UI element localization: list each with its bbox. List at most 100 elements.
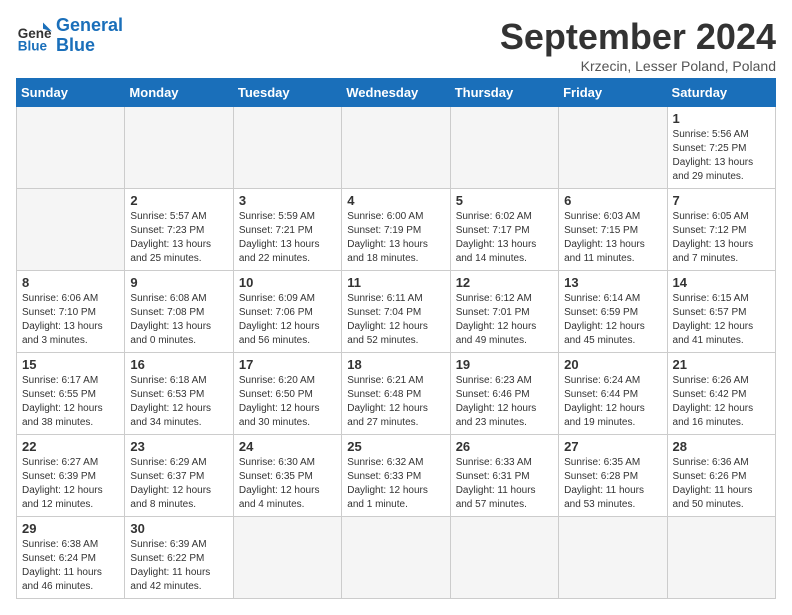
day-info: Sunrise: 5:59 AM Sunset: 7:21 PM Dayligh… — [239, 210, 336, 266]
calendar-cell: 20 Sunrise: 6:24 AM Sunset: 6:44 PM Dayli… — [559, 353, 667, 435]
day-info: Sunrise: 6:20 AM Sunset: 6:50 PM Dayligh… — [239, 374, 336, 430]
day-number: 26 — [456, 439, 553, 454]
calendar-cell: 28 Sunrise: 6:36 AM Sunset: 6:26 PM Dayli… — [667, 435, 775, 517]
day-info: Sunrise: 6:05 AM Sunset: 7:12 PM Dayligh… — [673, 210, 770, 266]
logo-icon: General Blue — [16, 18, 52, 54]
calendar-cell — [559, 517, 667, 599]
day-number: 22 — [22, 439, 119, 454]
calendar-cell: 3 Sunrise: 5:59 AM Sunset: 7:21 PM Daylig… — [233, 189, 341, 271]
day-info: Sunrise: 6:02 AM Sunset: 7:17 PM Dayligh… — [456, 210, 553, 266]
calendar-title: September 2024 — [500, 16, 776, 58]
calendar-week-5: 29 Sunrise: 6:38 AM Sunset: 6:24 PM Dayli… — [17, 517, 776, 599]
calendar-cell: 18 Sunrise: 6:21 AM Sunset: 6:48 PM Dayli… — [342, 353, 450, 435]
logo-general: General — [56, 15, 123, 35]
calendar-cell: 13Sunrise: 6:14 AM Sunset: 6:59 PM Dayli… — [559, 271, 667, 353]
day-number: 24 — [239, 439, 336, 454]
day-info: Sunrise: 6:12 AM Sunset: 7:01 PM Dayligh… — [456, 292, 553, 348]
day-number: 17 — [239, 357, 336, 372]
day-number: 30 — [130, 521, 227, 536]
calendar-cell: 10 Sunrise: 6:09 AM Sunset: 7:06 PM Dayli… — [233, 271, 341, 353]
day-info: Sunrise: 6:21 AM Sunset: 6:48 PM Dayligh… — [347, 374, 444, 430]
day-info: Sunrise: 6:26 AM Sunset: 6:42 PM Dayligh… — [673, 374, 770, 430]
calendar-cell — [667, 517, 775, 599]
day-info: Sunrise: 5:56 AM Sunset: 7:25 PM Dayligh… — [673, 128, 770, 184]
calendar-cell — [125, 107, 233, 189]
day-info: Sunrise: 6:23 AM Sunset: 6:46 PM Dayligh… — [456, 374, 553, 430]
calendar-cell — [559, 107, 667, 189]
calendar-week-2: 8Sunrise: 6:06 AM Sunset: 7:10 PM Daylig… — [17, 271, 776, 353]
day-number: 18 — [347, 357, 444, 372]
day-number: 20 — [564, 357, 661, 372]
day-info: Sunrise: 6:32 AM Sunset: 6:33 PM Dayligh… — [347, 456, 444, 512]
calendar-cell: 12Sunrise: 6:12 AM Sunset: 7:01 PM Dayli… — [450, 271, 558, 353]
calendar-cell: 5 Sunrise: 6:02 AM Sunset: 7:17 PM Daylig… — [450, 189, 558, 271]
day-number: 29 — [22, 521, 119, 536]
day-info: Sunrise: 6:14 AM Sunset: 6:59 PM Dayligh… — [564, 292, 661, 348]
logo: General Blue General Blue — [16, 16, 123, 56]
day-info: Sunrise: 6:00 AM Sunset: 7:19 PM Dayligh… — [347, 210, 444, 266]
day-info: Sunrise: 6:36 AM Sunset: 6:26 PM Dayligh… — [673, 456, 770, 512]
column-header-wednesday: Wednesday — [342, 79, 450, 107]
calendar-cell: 11 Sunrise: 6:11 AM Sunset: 7:04 PM Dayli… — [342, 271, 450, 353]
day-number: 28 — [673, 439, 770, 454]
day-number: 7 — [673, 193, 770, 208]
day-number: 2 — [130, 193, 227, 208]
day-number: 16 — [130, 357, 227, 372]
calendar-subtitle: Krzecin, Lesser Poland, Poland — [500, 58, 776, 74]
day-number: 11 — [347, 275, 444, 290]
day-number: 15 — [22, 357, 119, 372]
day-info: Sunrise: 6:15 AM Sunset: 6:57 PM Dayligh… — [673, 292, 770, 348]
calendar-cell — [450, 517, 558, 599]
calendar-cell: 16Sunrise: 6:18 AM Sunset: 6:53 PM Dayli… — [125, 353, 233, 435]
calendar-cell: 14Sunrise: 6:15 AM Sunset: 6:57 PM Dayli… — [667, 271, 775, 353]
column-header-sunday: Sunday — [17, 79, 125, 107]
page-header: General Blue General Blue September 2024… — [16, 16, 776, 74]
calendar-cell — [342, 517, 450, 599]
day-info: Sunrise: 5:57 AM Sunset: 7:23 PM Dayligh… — [130, 210, 227, 266]
column-header-thursday: Thursday — [450, 79, 558, 107]
calendar-week-3: 15Sunrise: 6:17 AM Sunset: 6:55 PM Dayli… — [17, 353, 776, 435]
calendar-cell: 4Sunrise: 6:00 AM Sunset: 7:19 PM Daylig… — [342, 189, 450, 271]
day-number: 19 — [456, 357, 553, 372]
calendar-cell — [17, 189, 125, 271]
calendar-week-1: 2 Sunrise: 5:57 AM Sunset: 7:23 PM Daylig… — [17, 189, 776, 271]
calendar-cell: 21 Sunrise: 6:26 AM Sunset: 6:42 PM Dayli… — [667, 353, 775, 435]
day-number: 3 — [239, 193, 336, 208]
logo-blue: Blue — [56, 35, 95, 55]
day-number: 1 — [673, 111, 770, 126]
logo-text: General Blue — [56, 16, 123, 56]
calendar-cell: 15Sunrise: 6:17 AM Sunset: 6:55 PM Dayli… — [17, 353, 125, 435]
calendar-week-0: 1 Sunrise: 5:56 AM Sunset: 7:25 PM Daylig… — [17, 107, 776, 189]
calendar-cell: 19 Sunrise: 6:23 AM Sunset: 6:46 PM Dayli… — [450, 353, 558, 435]
day-number: 21 — [673, 357, 770, 372]
calendar-cell: 2 Sunrise: 5:57 AM Sunset: 7:23 PM Daylig… — [125, 189, 233, 271]
calendar-cell: 30 Sunrise: 6:39 AM Sunset: 6:22 PM Dayli… — [125, 517, 233, 599]
column-header-saturday: Saturday — [667, 79, 775, 107]
calendar-week-4: 22Sunrise: 6:27 AM Sunset: 6:39 PM Dayli… — [17, 435, 776, 517]
day-info: Sunrise: 6:11 AM Sunset: 7:04 PM Dayligh… — [347, 292, 444, 348]
day-number: 5 — [456, 193, 553, 208]
day-info: Sunrise: 6:38 AM Sunset: 6:24 PM Dayligh… — [22, 538, 119, 594]
calendar-cell: 24 Sunrise: 6:30 AM Sunset: 6:35 PM Dayli… — [233, 435, 341, 517]
day-number: 23 — [130, 439, 227, 454]
day-number: 9 — [130, 275, 227, 290]
column-header-monday: Monday — [125, 79, 233, 107]
day-info: Sunrise: 6:30 AM Sunset: 6:35 PM Dayligh… — [239, 456, 336, 512]
calendar-cell: 17 Sunrise: 6:20 AM Sunset: 6:50 PM Dayli… — [233, 353, 341, 435]
calendar-table: SundayMondayTuesdayWednesdayThursdayFrid… — [16, 78, 776, 599]
calendar-cell — [17, 107, 125, 189]
day-info: Sunrise: 6:24 AM Sunset: 6:44 PM Dayligh… — [564, 374, 661, 430]
calendar-cell: 7 Sunrise: 6:05 AM Sunset: 7:12 PM Daylig… — [667, 189, 775, 271]
calendar-cell: 9Sunrise: 6:08 AM Sunset: 7:08 PM Daylig… — [125, 271, 233, 353]
calendar-cell: 6Sunrise: 6:03 AM Sunset: 7:15 PM Daylig… — [559, 189, 667, 271]
calendar-cell — [342, 107, 450, 189]
title-block: September 2024 Krzecin, Lesser Poland, P… — [500, 16, 776, 74]
calendar-cell: 1 Sunrise: 5:56 AM Sunset: 7:25 PM Daylig… — [667, 107, 775, 189]
day-number: 10 — [239, 275, 336, 290]
day-info: Sunrise: 6:03 AM Sunset: 7:15 PM Dayligh… — [564, 210, 661, 266]
calendar-cell — [450, 107, 558, 189]
day-number: 25 — [347, 439, 444, 454]
day-info: Sunrise: 6:09 AM Sunset: 7:06 PM Dayligh… — [239, 292, 336, 348]
day-info: Sunrise: 6:29 AM Sunset: 6:37 PM Dayligh… — [130, 456, 227, 512]
day-info: Sunrise: 6:39 AM Sunset: 6:22 PM Dayligh… — [130, 538, 227, 594]
